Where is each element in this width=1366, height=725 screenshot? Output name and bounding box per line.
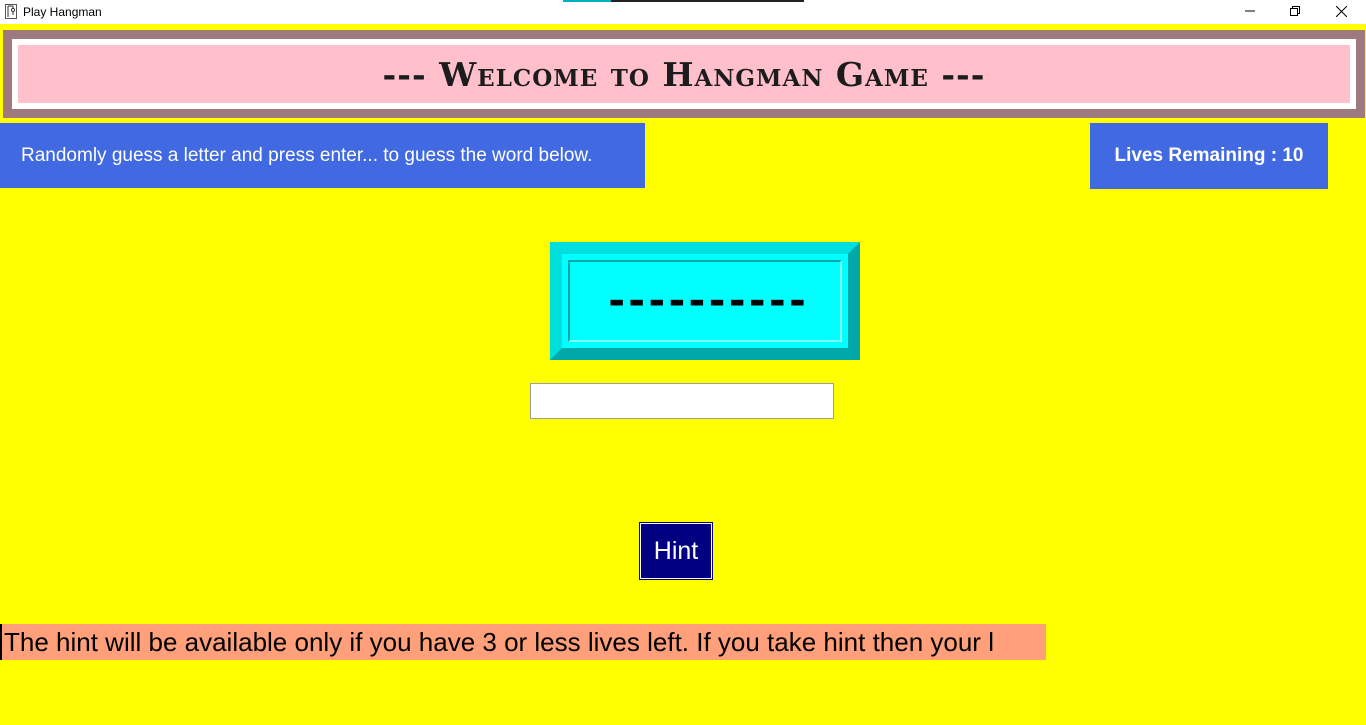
app-icon <box>5 4 17 19</box>
titlebar-accent <box>563 0 611 2</box>
titlebar-accent-dark <box>611 0 804 2</box>
close-button[interactable] <box>1318 0 1364 22</box>
banner-frame: --- Welcome to Hangman Game --- <box>3 30 1365 118</box>
window-titlebar: Play Hangman <box>0 0 1366 24</box>
guess-letter-input[interactable] <box>530 383 834 419</box>
hint-button-label: Hint <box>653 536 699 565</box>
welcome-banner: --- Welcome to Hangman Game --- <box>0 29 1366 118</box>
close-icon <box>1335 5 1347 17</box>
hidden-word-text: ---------- <box>604 278 810 324</box>
minimize-icon <box>1245 10 1255 12</box>
banner-inner: --- Welcome to Hangman Game --- <box>18 45 1350 103</box>
lives-remaining-text: Lives Remaining : 10 <box>1114 145 1304 166</box>
minimize-button[interactable] <box>1227 0 1273 22</box>
word-display: ---------- <box>550 242 860 360</box>
restore-icon <box>1290 6 1300 16</box>
hint-button[interactable]: Hint <box>639 522 713 580</box>
lives-remaining-label: Lives Remaining : 10 <box>1090 123 1328 189</box>
restore-button[interactable] <box>1272 0 1318 22</box>
instruction-label: Randomly guess a letter and press enter.… <box>0 123 645 188</box>
banner-title: --- Welcome to Hangman Game --- <box>382 54 986 94</box>
window-title: Play Hangman <box>23 5 102 19</box>
hint-message-text: The hint will be available only if you h… <box>4 626 994 657</box>
word-display-inner: ---------- <box>568 260 842 342</box>
hint-message: The hint will be available only if you h… <box>0 624 1046 660</box>
instruction-text: Randomly guess a letter and press enter.… <box>21 144 593 166</box>
